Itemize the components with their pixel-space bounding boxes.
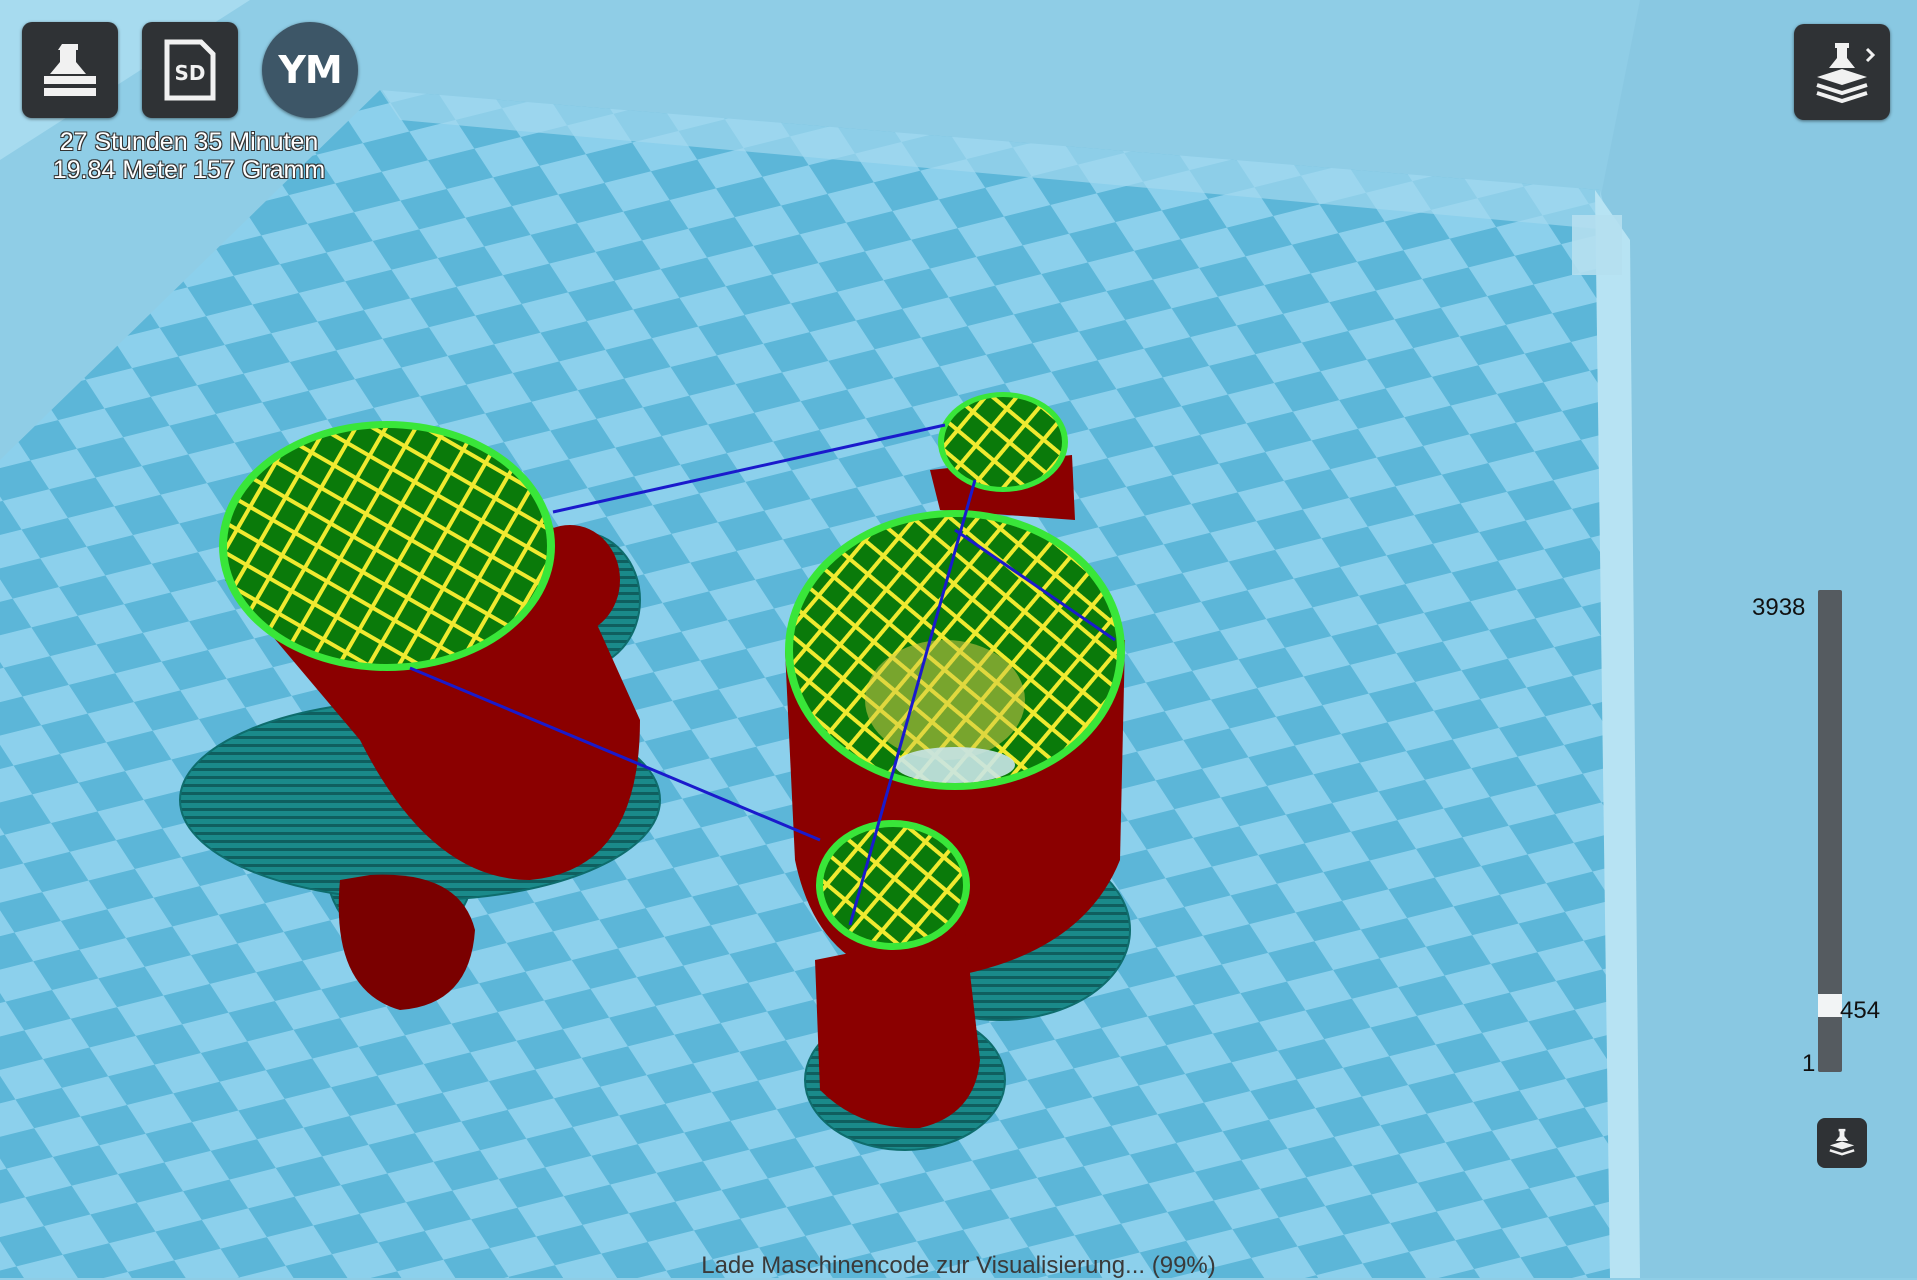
layer-view-button[interactable] [1794, 24, 1890, 120]
printer-icon [44, 44, 96, 96]
svg-text:SD: SD [174, 61, 205, 85]
sd-card-button[interactable]: SD [142, 22, 238, 118]
account-avatar[interactable]: YM [262, 22, 358, 118]
sd-card-icon: SD [164, 39, 216, 101]
right-wall [1600, 0, 1917, 1278]
material-estimate: 19.84 Meter 157 Gramm [52, 156, 326, 184]
account-initials: YM [278, 48, 342, 92]
print-button[interactable] [22, 22, 118, 118]
layer-slider-handle[interactable] [1818, 994, 1842, 1017]
simulation-view-button[interactable] [1817, 1118, 1867, 1168]
layer-max-label: 3938 [1752, 594, 1806, 621]
print-time-estimate: 27 Stunden 35 Minuten [59, 128, 319, 156]
3d-viewport[interactable] [0, 0, 1917, 1278]
layer-view-small-icon [1829, 1128, 1855, 1156]
layer-current-label: 454 [1840, 997, 1881, 1024]
layer-min-label: 1 [1802, 1050, 1816, 1077]
layer-view-icon [1816, 43, 1876, 104]
status-message: Lade Maschinencode zur Visualisierung...… [701, 1252, 1216, 1279]
